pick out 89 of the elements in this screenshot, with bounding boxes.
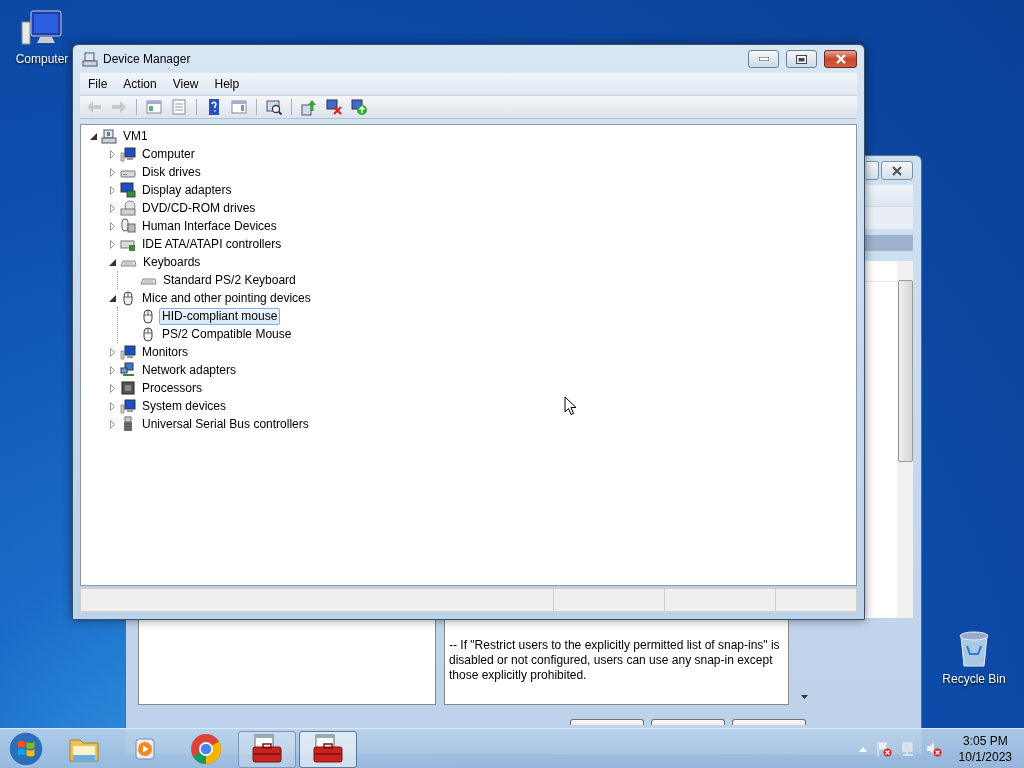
collapsed-arrow-icon[interactable] (110, 401, 115, 411)
taskbar-button[interactable] (299, 730, 357, 768)
menu-item[interactable]: Action (115, 77, 165, 91)
window-title: Device Manager (103, 52, 191, 66)
collapsed-arrow-icon[interactable] (110, 419, 115, 429)
monitor-icon (120, 398, 136, 414)
browser-icon (190, 733, 222, 765)
tree-item[interactable]: HID-compliant mouse (159, 307, 281, 325)
toolbar-button[interactable] (324, 97, 344, 117)
media-player-icon (132, 736, 158, 762)
toolbox-icon (312, 734, 344, 764)
collapsed-arrow-icon[interactable] (110, 167, 115, 177)
chip-icon (120, 380, 136, 396)
console-tree-icon (145, 98, 163, 116)
tree-item[interactable]: Standard PS/2 Keyboard (160, 271, 299, 289)
muted-speaker-icon[interactable] (925, 741, 942, 757)
collapsed-arrow-icon[interactable] (110, 221, 115, 231)
tree-item[interactable]: Keyboards (140, 253, 204, 271)
minimize-icon (758, 57, 769, 61)
tree-item[interactable]: Computer (139, 145, 198, 163)
collapsed-arrow-icon[interactable] (110, 149, 115, 159)
close-button[interactable] (881, 161, 913, 180)
tree-item[interactable]: Universal Serial Bus controllers (139, 415, 312, 433)
expanded-arrow-icon[interactable] (90, 132, 97, 140)
collapsed-arrow-icon[interactable] (110, 347, 115, 357)
tree-item[interactable]: DVD/CD-ROM drives (139, 199, 259, 217)
mouse-pointer-icon (564, 396, 577, 416)
dvd-icon (120, 200, 136, 216)
hid-icon (120, 218, 136, 234)
device-manager-icon (82, 51, 98, 67)
tree-item[interactable]: Monitors (139, 343, 191, 361)
tree-item[interactable]: Network adapters (139, 361, 240, 379)
collapsed-arrow-icon[interactable] (110, 365, 115, 375)
tree-item[interactable]: PS/2 Compatible Mouse (159, 325, 295, 343)
clock-date: 10/1/2023 (958, 749, 1012, 765)
maximize-icon (796, 54, 807, 64)
tree-item[interactable]: VM1 (120, 127, 151, 145)
add-hardware-icon (350, 98, 368, 116)
close-icon (891, 165, 903, 176)
monitor-icon (120, 344, 136, 360)
menu-item[interactable]: Help (206, 77, 248, 91)
description-text: -- If "Restrict users to the explicitly permitted list of snap-ins" is disabled or not configured, users can use any snap-in except those explicitly prohibited. (449, 638, 781, 683)
tree-item[interactable]: Human Interface Devices (139, 217, 280, 235)
dialog-button[interactable] (570, 719, 644, 725)
collapsed-arrow-icon[interactable] (110, 239, 115, 249)
display-icon (120, 182, 136, 198)
forward-icon (110, 98, 128, 116)
desktop-icon-label[interactable]: Recycle Bin (942, 672, 1006, 686)
scrollbar[interactable] (897, 261, 913, 618)
close-icon (834, 54, 847, 64)
toolbar-button[interactable] (349, 97, 369, 117)
mouse-icon (140, 308, 156, 324)
tree-item[interactable]: Display adapters (139, 181, 235, 199)
uninstall-icon (325, 98, 343, 116)
dialog-button[interactable] (732, 719, 806, 725)
minimize-button[interactable] (748, 50, 779, 68)
tree-item[interactable]: Disk drives (139, 163, 204, 181)
collapsed-arrow-icon[interactable] (110, 185, 115, 195)
desktop-icon-label[interactable]: Computer (15, 52, 69, 66)
flag-icon[interactable] (875, 741, 892, 757)
menu-item[interactable]: File (80, 77, 116, 91)
properties-icon (170, 98, 188, 116)
toolbar-button[interactable] (264, 97, 284, 117)
start-button[interactable] (7, 730, 45, 768)
expanded-arrow-icon[interactable] (109, 294, 116, 302)
clock-time: 3:05 PM (962, 733, 1008, 749)
tree-item[interactable]: Processors (139, 379, 206, 397)
close-button[interactable] (824, 50, 857, 68)
toolbox-icon (251, 734, 283, 764)
host-icon (101, 128, 117, 144)
monitor-icon (120, 146, 136, 162)
action-pane-icon (230, 98, 248, 116)
tree-item[interactable]: IDE ATA/ATAPI controllers (139, 235, 285, 253)
tree-item[interactable]: Mice and other pointing devices (139, 289, 314, 307)
menu-item[interactable]: View (164, 77, 207, 91)
scrollbar-thumb[interactable] (897, 280, 913, 462)
taskbar-button[interactable] (238, 730, 296, 768)
show-hidden-icons-icon[interactable] (858, 746, 867, 752)
dialog-button[interactable] (651, 719, 725, 725)
tree-item[interactable]: System devices (139, 397, 230, 415)
scroll-down-icon (801, 695, 808, 699)
collapsed-arrow-icon[interactable] (110, 383, 115, 393)
expanded-arrow-icon[interactable] (109, 258, 116, 266)
scan-icon (265, 98, 283, 116)
collapsed-arrow-icon[interactable] (110, 203, 115, 213)
update-driver-icon (300, 98, 318, 116)
network-icon (120, 362, 136, 378)
clock[interactable]: 3:05 PM 10/1/2023 (958, 733, 1012, 765)
maximize-button[interactable] (786, 50, 817, 68)
